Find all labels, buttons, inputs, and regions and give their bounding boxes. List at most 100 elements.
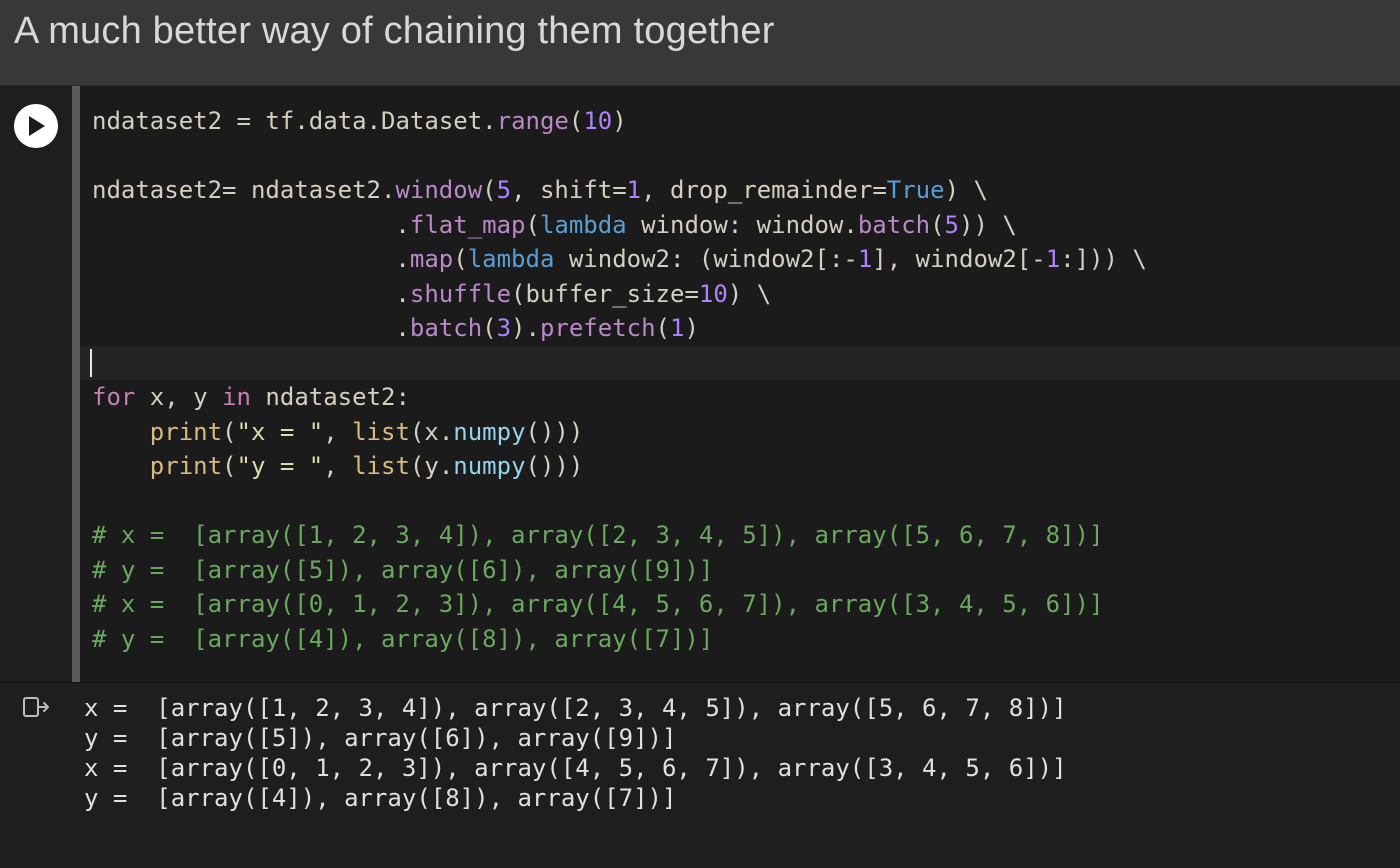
code-token: range xyxy=(497,107,569,135)
code-token: window: window xyxy=(627,211,844,239)
code-token: , drop_remainder xyxy=(641,176,872,204)
code-token: )) \ xyxy=(959,211,1017,239)
cursor xyxy=(90,349,92,377)
code-token: tf xyxy=(251,107,294,135)
code-token: . xyxy=(92,211,410,239)
code-token: ndataset2 xyxy=(92,107,237,135)
code-token: batch xyxy=(858,211,930,239)
code-token: ndataset2 xyxy=(237,176,382,204)
code-token: lambda xyxy=(540,211,627,239)
code-token xyxy=(92,418,150,446)
code-token: - xyxy=(1031,245,1045,273)
cell-gutter xyxy=(0,86,72,682)
stdout-output: x = [array([1, 2, 3, 4]), array([2, 3, 4… xyxy=(72,683,1400,825)
code-token: 10 xyxy=(699,280,728,308)
output-line: x = [array([1, 2, 3, 4]), array([2, 3, 4… xyxy=(84,694,1067,722)
code-token: in xyxy=(222,383,251,411)
code-editor[interactable]: ndataset2 = tf.data.Dataset.range(10) nd… xyxy=(80,86,1400,682)
code-token: numpy xyxy=(453,418,525,446)
code-token: . xyxy=(381,176,395,204)
code-token: ) xyxy=(612,107,626,135)
code-token: ( xyxy=(222,418,236,446)
run-cell-button[interactable] xyxy=(14,104,58,148)
section-heading: A much better way of chaining them toget… xyxy=(14,10,1386,53)
code-token: 1 xyxy=(670,314,684,342)
code-token: lambda xyxy=(468,245,555,273)
code-token: . xyxy=(92,314,410,342)
code-token: ( xyxy=(656,314,670,342)
cell-focus-rail xyxy=(72,86,80,682)
code-token: :])) \ xyxy=(1060,245,1147,273)
code-token: batch xyxy=(410,314,482,342)
code-token: True xyxy=(887,176,945,204)
code-cell: ndataset2 = tf.data.Dataset.range(10) nd… xyxy=(0,86,1400,683)
code-token: . xyxy=(482,107,496,135)
code-token: . xyxy=(92,280,410,308)
output-cell: x = [array([1, 2, 3, 4]), array([2, 3, 4… xyxy=(0,683,1400,825)
code-token: shuffle xyxy=(410,280,511,308)
code-token: prefetch xyxy=(540,314,656,342)
code-token: 1 xyxy=(858,245,872,273)
output-line: x = [array([0, 1, 2, 3]), array([4, 5, 6… xyxy=(84,754,1067,782)
code-token: print xyxy=(150,452,222,480)
code-token: Dataset xyxy=(381,107,482,135)
code-token xyxy=(92,452,150,480)
code-token: 1 xyxy=(627,176,641,204)
code-token: ( xyxy=(222,452,236,480)
code-token: . xyxy=(367,107,381,135)
code-token: . xyxy=(92,245,410,273)
code-token: ())) xyxy=(526,418,584,446)
code-token: window2: (window2[: xyxy=(554,245,843,273)
code-token: . xyxy=(439,418,453,446)
code-token: = xyxy=(237,107,251,135)
code-token: (buffer_size xyxy=(511,280,684,308)
code-token: x, y xyxy=(135,383,222,411)
code-comment: # x = [array([1, 2, 3, 4]), array([2, 3,… xyxy=(92,521,1103,549)
output-gutter xyxy=(0,683,72,825)
output-line: y = [array([4]), array([8]), array([7])] xyxy=(84,784,676,812)
code-token: "y = " xyxy=(237,452,324,480)
code-token: , shift xyxy=(511,176,612,204)
code-token: . xyxy=(843,211,857,239)
code-token: ( xyxy=(930,211,944,239)
text-cell: A much better way of chaining them toget… xyxy=(0,0,1400,86)
code-token: . xyxy=(439,452,453,480)
code-token: = xyxy=(872,176,886,204)
code-token: ) \ xyxy=(945,176,988,204)
code-token: ( xyxy=(482,314,496,342)
code-token: ( xyxy=(482,176,496,204)
code-token: print xyxy=(150,418,222,446)
code-comment: # x = [array([0, 1, 2, 3]), array([4, 5,… xyxy=(92,590,1103,618)
code-token: ). xyxy=(511,314,540,342)
code-token: ) xyxy=(684,314,698,342)
code-token: - xyxy=(843,245,857,273)
code-token: 5 xyxy=(945,211,959,239)
code-token: for xyxy=(92,383,135,411)
code-token: ) \ xyxy=(728,280,771,308)
code-token: (x xyxy=(410,418,439,446)
code-token: ndataset2: xyxy=(251,383,410,411)
code-token: list xyxy=(352,418,410,446)
code-token: = xyxy=(612,176,626,204)
code-token: 10 xyxy=(583,107,612,135)
code-token: flat_map xyxy=(410,211,526,239)
code-token: , xyxy=(323,418,352,446)
code-token: data xyxy=(309,107,367,135)
code-token: ndataset2 xyxy=(92,176,222,204)
code-token: list xyxy=(352,452,410,480)
code-token: ( xyxy=(569,107,583,135)
code-token: 3 xyxy=(497,314,511,342)
code-comment: # y = [array([4]), array([8]), array([7]… xyxy=(92,625,713,653)
code-token: = xyxy=(222,176,236,204)
code-token: numpy xyxy=(453,452,525,480)
output-icon xyxy=(23,695,49,825)
code-token: . xyxy=(294,107,308,135)
code-token: "x = " xyxy=(237,418,324,446)
code-comment: # y = [array([5]), array([6]), array([9]… xyxy=(92,556,713,584)
code-token: ())) xyxy=(526,452,584,480)
code-token: , xyxy=(323,452,352,480)
code-token: map xyxy=(410,245,453,273)
code-token: 5 xyxy=(497,176,511,204)
code-token: = xyxy=(684,280,698,308)
output-line: y = [array([5]), array([6]), array([9])] xyxy=(84,724,676,752)
